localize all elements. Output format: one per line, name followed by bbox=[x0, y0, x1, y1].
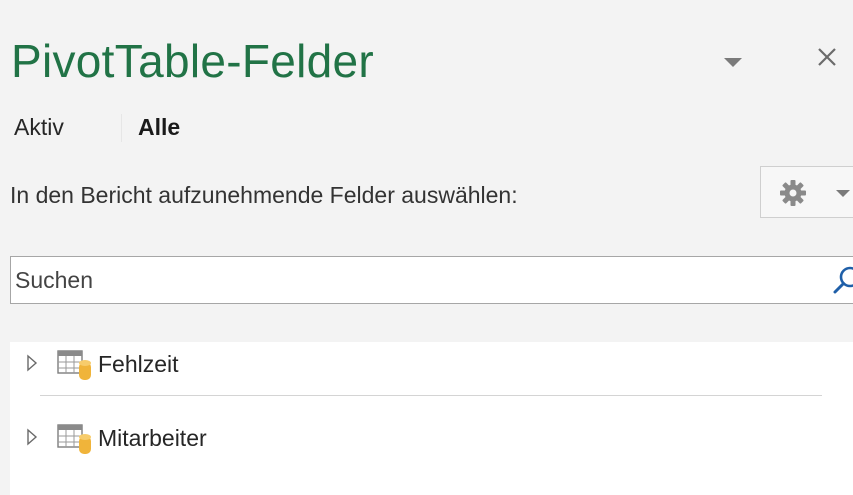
expand-triangle-icon[interactable] bbox=[26, 354, 38, 372]
caret-down-icon bbox=[836, 190, 850, 197]
caret-down-icon bbox=[724, 58, 742, 67]
field-label: Mitarbeiter bbox=[98, 425, 207, 451]
table-icon bbox=[57, 350, 91, 380]
field-row-fehlzeit[interactable]: Fehlzeit bbox=[10, 342, 853, 388]
table-icon bbox=[57, 424, 91, 454]
pane-title: PivotTable-Felder bbox=[11, 35, 375, 87]
search-box bbox=[10, 256, 853, 304]
field-list-divider bbox=[40, 395, 822, 396]
pivottable-fields-pane: PivotTable-Felder Aktiv Alle In den Beri… bbox=[0, 0, 853, 495]
tab-aktiv[interactable]: Aktiv bbox=[14, 108, 64, 146]
search-icon[interactable] bbox=[831, 263, 853, 297]
search-input[interactable] bbox=[11, 257, 815, 303]
expand-triangle-icon[interactable] bbox=[26, 428, 38, 446]
pane-options-button[interactable] bbox=[720, 52, 746, 72]
gear-icon bbox=[780, 180, 806, 206]
tab-alle[interactable]: Alle bbox=[138, 108, 180, 146]
close-button[interactable] bbox=[810, 40, 844, 74]
tools-button[interactable] bbox=[760, 166, 853, 218]
field-label: Fehlzeit bbox=[98, 351, 179, 377]
close-icon bbox=[818, 48, 836, 66]
field-list: Fehlzeit Mitarbeiter bbox=[10, 342, 853, 495]
field-selection-instruction: In den Bericht aufzunehmende Felder ausw… bbox=[10, 182, 518, 208]
tab-divider bbox=[121, 114, 122, 142]
field-row-mitarbeiter[interactable]: Mitarbeiter bbox=[10, 416, 853, 462]
